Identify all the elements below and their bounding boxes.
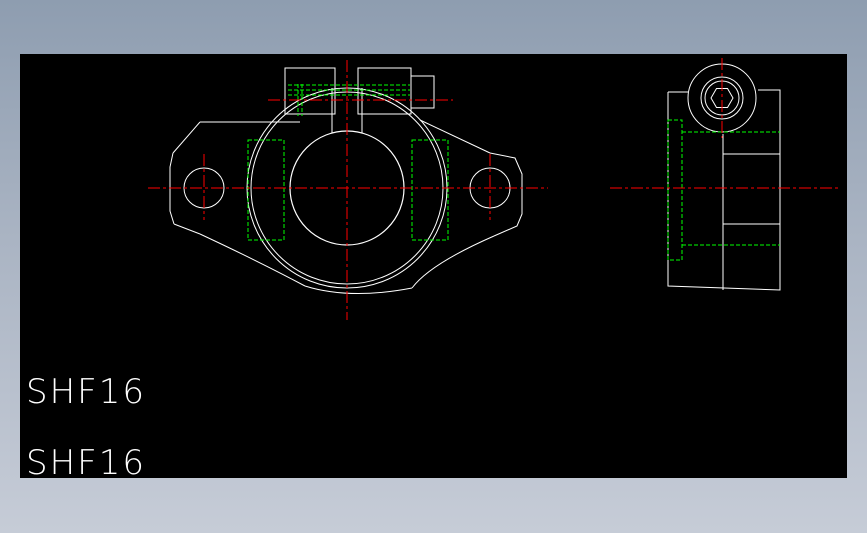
part-label-2: SHF16	[26, 443, 146, 478]
cad-drawing: SHF16 SHF16	[26, 58, 840, 478]
side-outline	[667, 89, 781, 291]
flange-outline	[169, 119, 523, 295]
part-label-1: SHF16	[26, 372, 146, 412]
cad-viewport[interactable]: SHF16 SHF16	[20, 54, 847, 478]
front-view	[148, 60, 548, 320]
side-view	[610, 58, 840, 291]
front-center-lines	[148, 60, 548, 320]
hidden-lines	[247, 84, 449, 241]
clamp-blocks	[284, 67, 435, 115]
side-hidden-lines	[667, 119, 780, 261]
